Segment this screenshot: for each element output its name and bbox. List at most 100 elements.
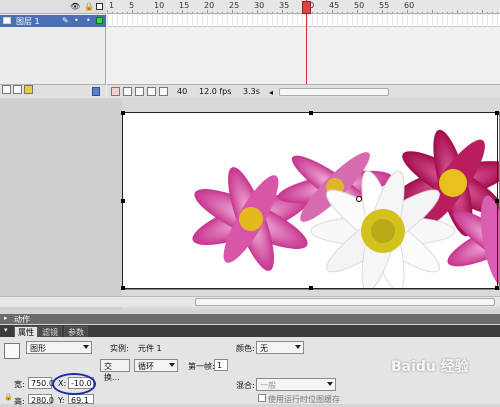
stage-area [0, 99, 500, 310]
ruler-tick [332, 10, 333, 13]
frame-track[interactable] [107, 15, 500, 27]
eye-icon[interactable]: 👁 [70, 2, 80, 11]
ruler-tick [477, 12, 478, 13]
frame-cell [262, 15, 263, 27]
frame-cell [407, 15, 408, 27]
ruler-label: 5 [129, 1, 135, 10]
layer-header: 👁 🔒 [0, 0, 106, 14]
frame-cell [312, 15, 313, 27]
ruler-tick [187, 12, 188, 13]
outline-icon[interactable] [96, 3, 103, 10]
tab-filters[interactable]: 滤镜 [38, 326, 62, 337]
height-input[interactable]: 280.0 [28, 394, 54, 405]
lock-proportions-icon[interactable]: 🔒 [4, 393, 13, 401]
onion-outline-icon[interactable] [135, 87, 144, 96]
tab-parameters[interactable]: 参数 [64, 326, 88, 337]
highlight-circle [52, 373, 96, 395]
ruler-tick [447, 12, 448, 13]
timeline-scroll-left[interactable]: ◂ [269, 88, 273, 97]
symbol-type-select[interactable]: 图形 [26, 341, 92, 354]
frame-cell [392, 15, 393, 27]
ruler-tick [212, 12, 213, 13]
frame-cell [157, 15, 158, 27]
expand-arrow-icon[interactable]: ▸ [4, 314, 8, 322]
ruler-tick [457, 10, 458, 13]
center-frame-icon[interactable] [111, 87, 120, 96]
ruler-tick [482, 10, 483, 13]
ruler-tick [407, 10, 408, 13]
color-select[interactable]: 无 [256, 341, 304, 354]
ruler-tick [127, 12, 128, 13]
first-frame-input[interactable]: 1 [214, 359, 228, 371]
frame-cell [117, 15, 118, 27]
frame-cell [167, 15, 168, 27]
ruler-tick [382, 10, 383, 13]
collapse-arrow-icon[interactable]: ▾ [4, 326, 8, 334]
symbol-type-value: 图形 [30, 344, 46, 353]
ruler-tick [397, 12, 398, 13]
frame-cell [337, 15, 338, 27]
lock-icon[interactable]: 🔒 [84, 2, 94, 11]
ruler-tick [152, 12, 153, 13]
y-input[interactable]: 69.1 [68, 394, 94, 405]
frame-cell [162, 15, 163, 27]
ruler-tick [122, 12, 123, 13]
flower-image[interactable] [123, 113, 500, 290]
ruler-tick [292, 12, 293, 13]
ruler-label: 25 [229, 1, 240, 10]
ruler-tick [402, 12, 403, 13]
elapsed-time: 3.3s [243, 87, 260, 96]
current-frame: 40 [177, 87, 188, 96]
playhead-handle[interactable] [302, 1, 311, 14]
add-guide-icon[interactable] [13, 85, 22, 94]
frame-cell [187, 15, 188, 27]
layer-color-icon[interactable] [96, 17, 103, 24]
onion-skin-icon[interactable] [123, 87, 132, 96]
ruler-tick [242, 12, 243, 13]
stage-scrollbar-thumb[interactable] [195, 298, 495, 306]
pencil-icon[interactable]: ✎ [62, 16, 69, 25]
ruler-tick [352, 12, 353, 13]
swap-button[interactable]: 交换... [100, 359, 130, 382]
frame-cell [457, 15, 458, 27]
ruler-tick [412, 12, 413, 13]
timeline-panel: 👁 🔒 图层 1 ✎ • • 151015202530354045505560 … [0, 0, 500, 98]
lock-dot[interactable]: • [86, 16, 91, 25]
width-input[interactable]: 750.0 [28, 377, 54, 389]
add-folder-icon[interactable] [24, 85, 33, 94]
ruler-tick [452, 12, 453, 13]
frame-cell [222, 15, 223, 27]
frame-cell [352, 15, 353, 27]
actions-panel-bar[interactable]: ▸ 动作 [0, 314, 500, 324]
stage-canvas[interactable] [122, 112, 500, 290]
ruler-tick [267, 12, 268, 13]
ruler-tick [107, 10, 108, 13]
frame-cell [182, 15, 183, 27]
tab-properties[interactable]: 属性 [14, 326, 38, 337]
ruler-tick [252, 12, 253, 13]
ruler-tick [357, 10, 358, 13]
instance-value: 元件 1 [138, 344, 162, 353]
modify-markers-icon[interactable] [159, 87, 168, 96]
loop-select[interactable]: 循环 [134, 359, 178, 372]
frame-cell [282, 15, 283, 27]
frame-cell [297, 15, 298, 27]
edit-multiple-icon[interactable] [147, 87, 156, 96]
ruler-tick [467, 12, 468, 13]
ruler-tick [227, 12, 228, 13]
trash-icon[interactable] [92, 87, 100, 96]
blend-select[interactable]: 一般 [256, 378, 336, 391]
timeline-scrollbar[interactable] [279, 88, 389, 96]
ruler-label: 10 [154, 1, 165, 10]
ruler-tick [377, 12, 378, 13]
ruler-tick [182, 10, 183, 13]
layer-row[interactable]: 图层 1 ✎ • • [0, 15, 106, 27]
add-layer-icon[interactable] [2, 85, 11, 94]
visibility-dot[interactable]: • [74, 16, 79, 25]
ruler-tick [222, 12, 223, 13]
ruler-tick [347, 12, 348, 13]
ruler-tick [207, 10, 208, 13]
watermark: Baidu 经验 [385, 344, 497, 402]
frame-cell [437, 15, 438, 27]
cache-checkbox[interactable] [258, 394, 266, 402]
